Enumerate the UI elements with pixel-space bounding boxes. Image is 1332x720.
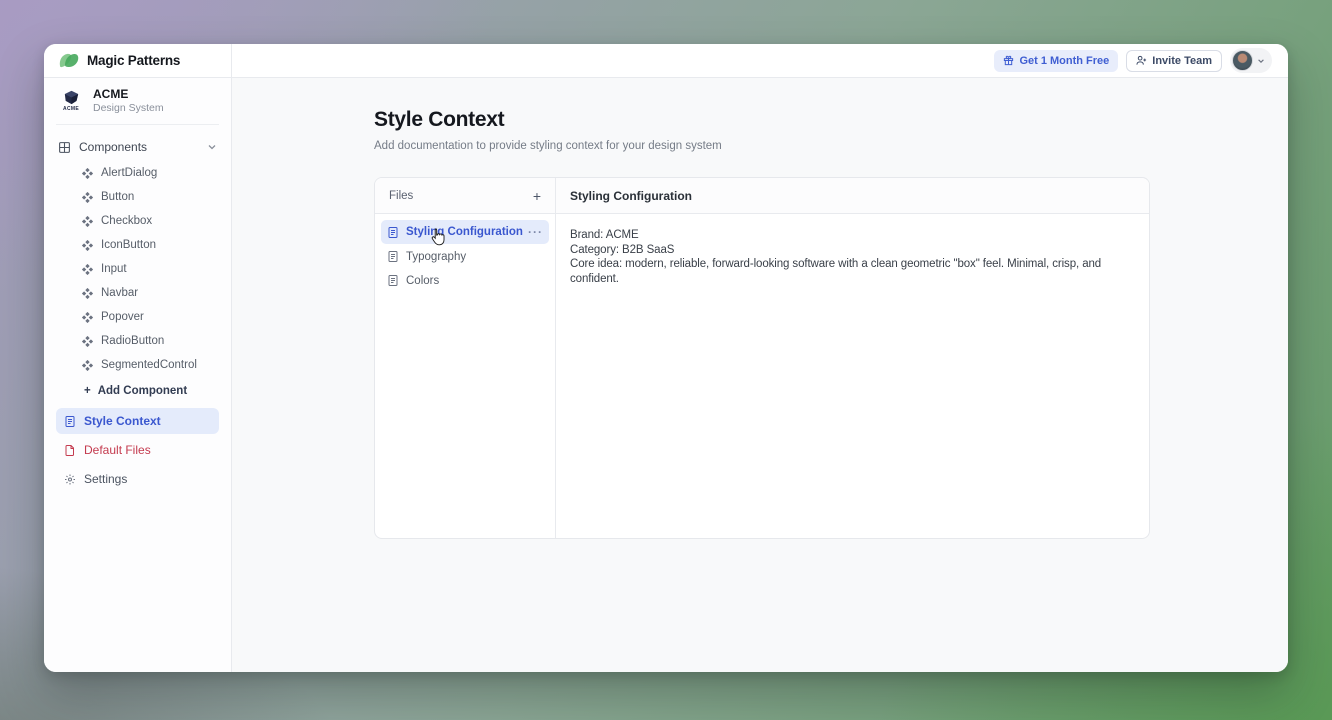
app-window: Magic Patterns Get 1 Month Free Invite T… [44,44,1288,672]
file-name: Styling Configuration [406,226,521,238]
sidebar-item-style-context[interactable]: Style Context [56,408,219,434]
component-label: IconButton [101,239,156,251]
component-icon [82,192,93,203]
user-plus-icon [1136,55,1147,66]
add-component-button[interactable]: + Add Component [56,377,219,405]
component-icon [82,240,93,251]
plus-icon: + [84,385,91,397]
chevron-down-icon [207,142,217,152]
main-area: Style Context Add documentation to provi… [232,78,1288,672]
content-header: Styling Configuration [556,178,1149,213]
component-label: RadioButton [101,335,164,347]
component-label: AlertDialog [101,167,157,179]
avatar [1232,50,1253,71]
top-bar: Magic Patterns Get 1 Month Free Invite T… [44,44,1288,78]
workspace-name: ACME [93,87,164,102]
sidebar-item-settings[interactable]: Settings [56,466,219,492]
document-icon [387,226,399,239]
magic-patterns-logo-icon [58,52,80,70]
components-list: AlertDialog Button Checkbox IconButton [56,161,219,405]
file-menu-button[interactable]: ··· [528,225,543,239]
invite-label: Invite Team [1152,55,1212,67]
get-month-free-button[interactable]: Get 1 Month Free [994,50,1118,72]
component-icon [82,312,93,323]
sidebar-item-segmentedcontrol[interactable]: SegmentedControl [56,353,219,377]
sidebar-item-button[interactable]: Button [56,185,219,209]
sidebar-item-alertdialog[interactable]: AlertDialog [56,161,219,185]
settings-label: Settings [84,472,127,486]
sidebar-item-popover[interactable]: Popover [56,305,219,329]
chevron-down-icon [1257,57,1265,65]
components-header-label: Components [79,140,147,154]
account-menu[interactable] [1230,48,1272,73]
acme-logo-icon: ACME [58,90,84,112]
component-label: Button [101,191,134,203]
logo-text: Magic Patterns [87,53,180,68]
workspace-subtitle: Design System [93,102,164,114]
file-item-colors[interactable]: Colors [381,269,549,292]
component-label: Input [101,263,127,275]
style-context-card: Files + Styling Configuration Styling Co… [374,177,1150,539]
file-name: Colors [406,275,543,287]
document-icon [387,250,399,263]
invite-team-button[interactable]: Invite Team [1126,50,1222,72]
file-item-typography[interactable]: Typography [381,245,549,268]
sidebar-item-input[interactable]: Input [56,257,219,281]
sidebar: ACME ACME Design System Components [44,78,232,672]
content-line-category: Category: B2B SaaS [570,243,1135,258]
components-section-toggle[interactable]: Components [56,135,219,159]
file-content[interactable]: Brand: ACME Category: B2B SaaS Core idea… [556,214,1149,538]
files-header-label: Files [389,190,413,202]
sidebar-item-radiobutton[interactable]: RadioButton [56,329,219,353]
gift-icon [1003,55,1014,66]
card-header: Files + Styling Configuration [375,178,1149,214]
style-context-label: Style Context [84,414,161,428]
sidebar-item-default-files[interactable]: Default Files [56,437,219,463]
page-title: Style Context [374,108,1288,132]
component-label: Checkbox [101,215,152,227]
component-icon [82,216,93,227]
component-icon [82,264,93,275]
component-label: Popover [101,311,144,323]
add-file-button[interactable]: + [533,189,541,203]
component-label: Navbar [101,287,138,299]
component-icon [82,288,93,299]
gear-icon [64,473,76,486]
document-icon [387,274,399,287]
add-component-label: Add Component [98,385,187,397]
file-icon [64,444,76,457]
component-icon [82,168,93,179]
sidebar-item-iconbutton[interactable]: IconButton [56,233,219,257]
page-subtitle: Add documentation to provide styling con… [374,140,1288,152]
workspace-switcher[interactable]: ACME ACME Design System [56,78,219,125]
files-header: Files + [375,178,556,213]
promo-label: Get 1 Month Free [1019,55,1109,67]
document-icon [64,415,76,428]
content-line-brand: Brand: ACME [570,228,1135,243]
component-icon [82,360,93,371]
card-body: Styling Configuration ··· Typography Col… [375,214,1149,538]
files-list: Styling Configuration ··· Typography Col… [375,214,556,538]
content-line-core-idea: Core idea: modern, reliable, forward-loo… [570,257,1135,286]
acme-logo-word: ACME [63,106,79,112]
component-icon [82,336,93,347]
component-label: SegmentedControl [101,359,197,371]
grid-icon [58,141,71,154]
sidebar-item-navbar[interactable]: Navbar [56,281,219,305]
default-files-label: Default Files [84,443,151,457]
top-bar-actions: Get 1 Month Free Invite Team [232,44,1288,77]
sidebar-item-checkbox[interactable]: Checkbox [56,209,219,233]
file-item-styling-configuration[interactable]: Styling Configuration ··· [381,220,549,244]
file-name: Typography [406,251,543,263]
logo-area[interactable]: Magic Patterns [44,44,232,77]
